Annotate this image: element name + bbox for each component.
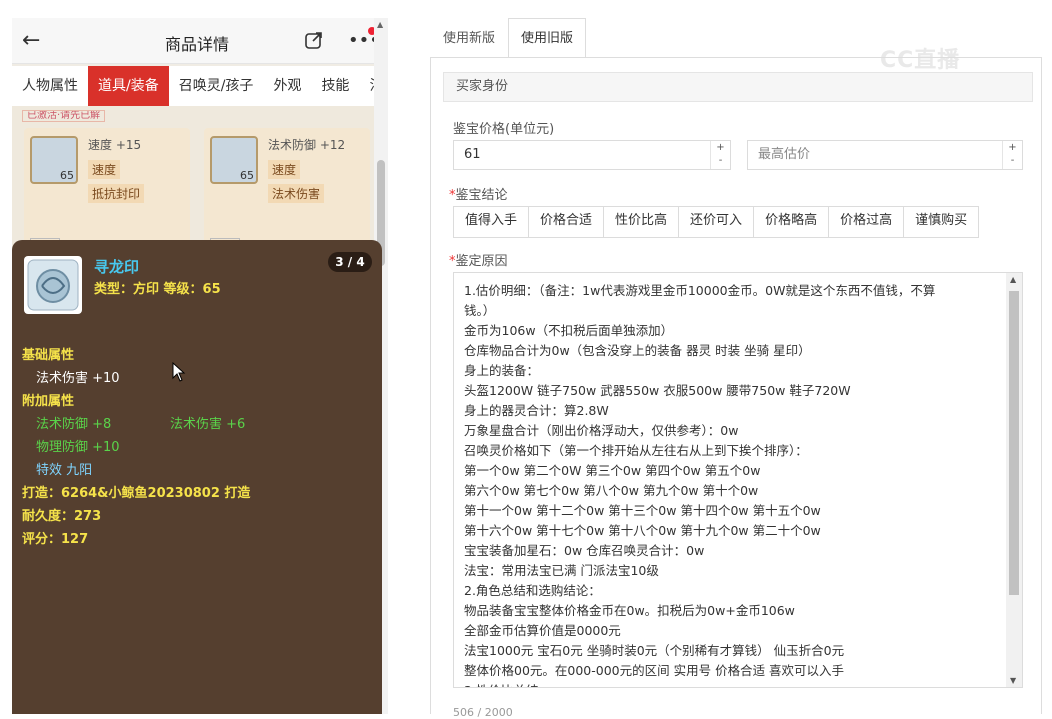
category-tabs: 人物属性 道具/装备 召唤灵/孩子 外观 技能 法	[12, 66, 382, 106]
reason-line: 钱。）	[464, 303, 496, 318]
reason-line: 身上的装备：	[464, 363, 540, 378]
item-tag: 抵抗封印	[88, 184, 145, 203]
share-icon[interactable]	[304, 30, 324, 50]
reason-line: 2.角色总结和选购结论：	[464, 583, 601, 598]
tab-new-version[interactable]: 使用新版	[430, 18, 508, 58]
conclusion-label: *鉴宝结论	[449, 188, 508, 203]
reason-text[interactable]: 1.估价明细：（备注：1w代表游戏里金币10000金币。0W就是这个东西不值钱，…	[464, 281, 998, 687]
item-name: 寻龙印	[94, 258, 140, 276]
version-tabs: 使用新版 使用旧版	[430, 18, 587, 58]
item-tag: 法术伤害	[268, 184, 325, 203]
basic-attr: 法术伤害 +10	[36, 371, 120, 386]
option-negotiate[interactable]: 还价可入	[678, 207, 753, 237]
item-main-attr: 速度 +15	[88, 138, 142, 152]
app-header: ← 商品详情 •••	[12, 18, 382, 64]
conclusion-options: 值得入手 价格合适 性价比高 还价可入 价格略高 价格过高 谨慎购买	[453, 206, 980, 238]
extra-attr: 法术防御 +8	[36, 417, 112, 432]
scroll-up-icon[interactable]: ▲	[377, 20, 383, 29]
scroll-thumb[interactable]	[1009, 291, 1019, 595]
tab-skills[interactable]: 技能	[311, 66, 359, 106]
extra-attr-title: 附加属性	[22, 394, 75, 409]
seal-icon	[27, 259, 79, 311]
reason-line: 第十一个0w 第十二个0w 第十三个0w 第十四个0w 第十五个0w	[464, 503, 821, 518]
score: 评分：127	[22, 532, 89, 547]
option-fair-price[interactable]: 价格合适	[528, 207, 603, 237]
basic-attr-title: 基础属性	[22, 348, 75, 363]
option-cautious[interactable]: 谨慎购买	[903, 207, 978, 237]
extra-attr: 法术伤害 +6	[170, 417, 246, 432]
reason-line: 金币为106w（不扣税后面单独添加）	[464, 323, 674, 338]
price-input[interactable]: 61 + -	[453, 140, 731, 170]
item-level: 65	[240, 169, 254, 182]
tab-summon[interactable]: 召唤灵/孩子	[169, 66, 264, 106]
tab-old-version[interactable]: 使用旧版	[508, 18, 587, 58]
reason-line: 3.性价比总结	[464, 681, 998, 687]
reason-line: 第十六个0w 第十七个0w 第十八个0w 第十九个0w 第二十个0w	[464, 523, 821, 538]
forge-info: 打造：6264&小鲸鱼20230802 打造	[22, 486, 251, 501]
reason-line: 物品装备宝宝整体价格金币在0w。扣税后为0w+金币106w	[464, 603, 795, 618]
reason-line: 整体价格00元。在000-000元的区间 实用号 价格合适 喜欢可以入手	[464, 663, 845, 678]
item-detail-popup: 寻龙印 类型：方印 等级：65 3 / 4 基础属性 法术伤害 +10 附加属性…	[12, 240, 382, 714]
durability: 耐久度：273	[22, 509, 102, 524]
price-stepper[interactable]: + -	[710, 141, 730, 169]
item-level: 65	[60, 169, 74, 182]
reason-line: 身上的器灵合计：算2.8W	[464, 403, 609, 418]
status-note: 已激活·请先已解	[22, 110, 106, 122]
tab-items-equipment[interactable]: 道具/装备	[88, 66, 169, 106]
max-price-stepper[interactable]: + -	[1002, 141, 1022, 169]
reason-line: 仓库物品合计为0w（包含没穿上的装备 器灵 时装 坐骑 星印）	[464, 343, 811, 358]
option-good-value[interactable]: 性价比高	[603, 207, 678, 237]
reason-textarea[interactable]: 1.估价明细：（备注：1w代表游戏里金币10000金币。0W就是这个东西不值钱，…	[453, 272, 1023, 688]
tab-character[interactable]: 人物属性	[12, 66, 88, 106]
page-title: 商品详情	[164, 35, 229, 54]
reason-line: 第一个0w 第二个0W 第三个0w 第四个0w 第五个0w	[464, 463, 761, 478]
char-count: 506 / 2000	[453, 706, 513, 719]
appraisal-form: 买家身份 鉴宝价格(单位元) 61 + - 最高估价 + - *鉴宝结论 值得入手 …	[430, 58, 1042, 719]
option-too-high[interactable]: 价格过高	[828, 207, 903, 237]
reason-line: 法宝1000元 宝石0元 坐骑时装0元（个别稀有才算钱） 仙玉折合0元	[464, 643, 845, 658]
mouse-cursor-icon	[172, 362, 186, 382]
item-card[interactable]: 65 法术防御 +12 速度 法术伤害 详细	[204, 128, 370, 255]
reason-line: 宝宝装备加星石：0w 仓库召唤灵合计：0w	[464, 543, 705, 558]
item-image: 65	[30, 136, 78, 184]
item-main-attr: 法术防御 +12	[268, 138, 346, 152]
price-label: 鉴宝价格(单位元)	[453, 122, 555, 137]
item-icon	[24, 256, 82, 314]
item-tag: 速度	[88, 160, 121, 179]
item-tag: 速度	[268, 160, 301, 179]
item-card[interactable]: 65 速度 +15 速度 抵抗封印 详情	[24, 128, 190, 255]
reason-line: 召唤灵价格如下（第一个排开始从左往右从上到下挨个排序）：	[464, 443, 808, 458]
scroll-up-icon[interactable]: ▲	[1010, 275, 1016, 284]
page-indicator: 3 / 4	[328, 252, 372, 272]
option-slightly-high[interactable]: 价格略高	[753, 207, 828, 237]
option-worth-buying[interactable]: 值得入手	[454, 207, 528, 237]
reason-line: 法宝：常用法宝已满 门派法宝10级	[464, 563, 659, 578]
textarea-scrollbar[interactable]: ▲ ▼	[1006, 273, 1022, 687]
buyer-section-header[interactable]: 买家身份	[443, 72, 1033, 102]
max-price-placeholder: 最高估价	[758, 147, 811, 162]
scroll-down-icon[interactable]: ▼	[1010, 676, 1016, 685]
reason-line: 第六个0w 第七个0w 第八个0w 第九个0w 第十个0w	[464, 483, 759, 498]
tab-appearance[interactable]: 外观	[263, 66, 311, 106]
special-effect: 特效 九阳	[36, 463, 93, 478]
reason-line: 头盔1200W 链子750w 武器550w 衣服500w 腰带750w 鞋子72…	[464, 383, 851, 398]
item-image: 65	[210, 136, 258, 184]
reason-line: 全部金币估算价值是0000元	[464, 623, 621, 638]
max-price-input[interactable]: 最高估价 + -	[747, 140, 1023, 170]
price-value: 61	[464, 147, 481, 162]
item-type: 类型：方印 等级：65	[94, 282, 221, 297]
reason-line: 1.估价明细：（备注：1w代表游戏里金币10000金币。0W就是这个东西不值钱，…	[464, 283, 936, 298]
reason-label: *鉴定原因	[449, 254, 508, 269]
reason-line: 万象星盘合计（刚出价格浮动大，仅供参考）：0w	[464, 423, 739, 438]
extra-attr: 物理防御 +10	[36, 440, 120, 455]
